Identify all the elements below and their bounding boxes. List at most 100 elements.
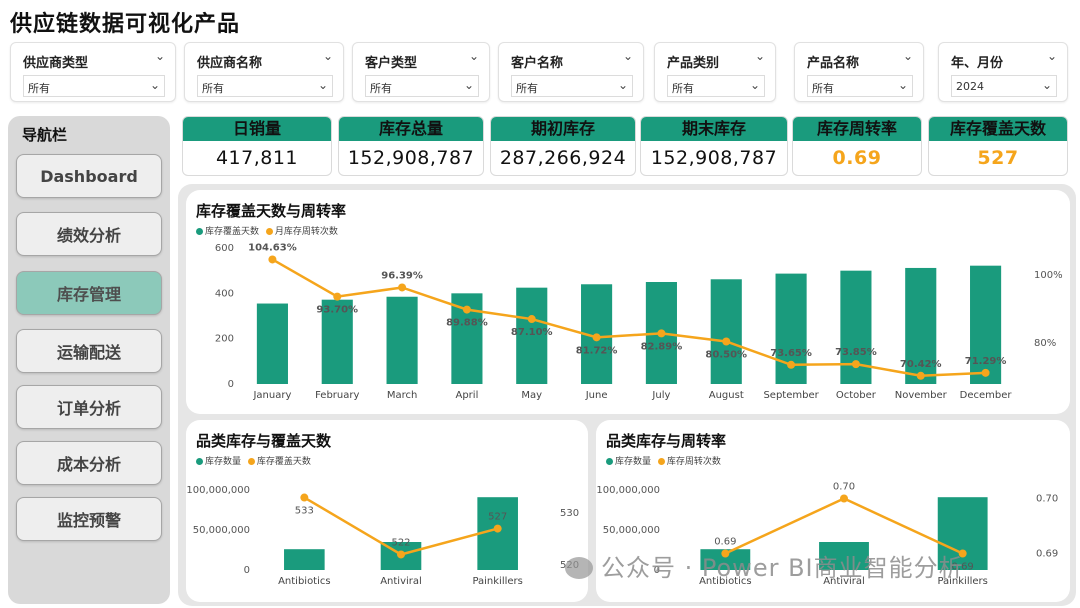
- data-label: 522: [391, 537, 410, 548]
- filter-select[interactable]: 2024 ⌄: [951, 75, 1057, 97]
- chevron-down-icon[interactable]: ⌄: [323, 49, 333, 63]
- data-label: 80.50%: [705, 350, 747, 361]
- chevron-down-icon[interactable]: ⌄: [755, 49, 765, 63]
- filter-select[interactable]: 所有 ⌄: [23, 75, 165, 97]
- kpi-value: 287,266,924: [499, 147, 627, 169]
- chart-panel-category-coverage: 品类库存与覆盖天数 库存数量 库存覆盖天数 0 50,000,000 100,000…: [186, 420, 588, 602]
- line-point: [592, 333, 601, 342]
- y-tick-label: 100,000,000: [186, 485, 250, 496]
- kpi-value: 0.69: [832, 147, 882, 169]
- kpi-card-coverage-days: 库存覆盖天数 527: [928, 116, 1068, 176]
- y2-tick-label: 80%: [1034, 338, 1056, 349]
- chevron-down-icon[interactable]: ⌄: [150, 78, 160, 92]
- filter-customer-type[interactable]: 客户类型 ⌄ 所有 ⌄: [352, 42, 490, 102]
- filter-select[interactable]: 所有 ⌄: [511, 75, 633, 97]
- data-label: 533: [295, 506, 314, 517]
- data-label: 527: [488, 512, 507, 523]
- series-line: [271, 258, 986, 378]
- filter-product-category[interactable]: 产品类别 ⌄ 所有 ⌄: [654, 42, 776, 102]
- filter-select[interactable]: 所有 ⌄: [807, 75, 913, 97]
- x-tick-label: October: [836, 390, 877, 401]
- nav-item-orders[interactable]: 订单分析: [16, 385, 162, 429]
- filter-value: 所有: [516, 82, 538, 95]
- filter-value: 所有: [672, 82, 694, 95]
- line-point: [268, 255, 277, 264]
- nav-item-performance[interactable]: 绩效分析: [16, 212, 162, 256]
- kpi-card-daily-sales: 日销量 417,811: [182, 116, 332, 176]
- x-tick-label: February: [315, 390, 359, 401]
- x-tick-label: Antibiotics: [278, 576, 331, 587]
- watermark: 公众号 · Power BI商业智能分析: [565, 548, 964, 583]
- combo-chart: 0 200 400 600 80% 100% January February March Apr…: [215, 242, 1063, 401]
- x-tick-label: April: [455, 390, 478, 401]
- filter-supplier-type[interactable]: 供应商类型 ⌄ 所有 ⌄: [10, 42, 176, 102]
- y-tick-label: 100,000,000: [596, 485, 660, 496]
- line-point: [333, 292, 342, 301]
- x-tick-label: November: [895, 390, 948, 401]
- kpi-label: 库存周转率: [793, 117, 921, 141]
- kpi-value: 527: [977, 147, 1019, 169]
- nav-item-inventory[interactable]: 库存管理: [16, 271, 162, 315]
- data-label: 70.42%: [900, 359, 942, 370]
- data-label: 0.69: [714, 537, 736, 548]
- nav-item-transport[interactable]: 运输配送: [16, 329, 162, 373]
- chevron-down-icon[interactable]: ⌄: [618, 78, 628, 92]
- chevron-down-icon[interactable]: ⌄: [623, 49, 633, 63]
- filter-select[interactable]: 所有 ⌄: [667, 75, 765, 97]
- y2-tick-label: 100%: [1034, 270, 1063, 281]
- line-point: [722, 337, 731, 346]
- bar: [256, 303, 288, 384]
- chevron-down-icon[interactable]: ⌄: [750, 78, 760, 92]
- filter-customer-name[interactable]: 客户名称 ⌄ 所有 ⌄: [498, 42, 644, 102]
- filter-label: 客户名称: [511, 56, 564, 71]
- line-point: [462, 305, 471, 314]
- chart-panel-coverage-turnover: 库存覆盖天数与周转率 库存覆盖天数 月库存周转次数 0 200 400 600 80% 1…: [186, 190, 1070, 414]
- y-tick-label: 400: [215, 288, 234, 299]
- filter-year-month[interactable]: 年、月份 ⌄ 2024 ⌄: [938, 42, 1068, 102]
- filter-value: 所有: [28, 82, 50, 95]
- filter-value: 所有: [202, 82, 224, 95]
- nav-item-alerts[interactable]: 监控预警: [16, 497, 162, 541]
- data-label: 81.72%: [576, 345, 618, 356]
- filter-label: 供应商名称: [197, 56, 263, 71]
- kpi-label: 期初库存: [491, 117, 635, 141]
- x-tick-label: Painkillers: [472, 576, 522, 587]
- x-tick-label: August: [709, 390, 744, 401]
- chevron-down-icon[interactable]: ⌄: [1042, 78, 1052, 92]
- filter-product-name[interactable]: 产品名称 ⌄ 所有 ⌄: [794, 42, 924, 102]
- line-point: [397, 550, 405, 559]
- chevron-down-icon[interactable]: ⌄: [464, 78, 474, 92]
- line-point: [916, 371, 925, 380]
- filter-supplier-name[interactable]: 供应商名称 ⌄ 所有 ⌄: [184, 42, 344, 102]
- watermark-text: 公众号 · Power BI商业智能分析: [601, 554, 964, 582]
- line-point: [851, 360, 860, 369]
- line-point: [657, 329, 666, 338]
- data-label: 71.29%: [965, 356, 1007, 367]
- y-tick-label: 200: [215, 334, 234, 345]
- nav-title: 导航栏: [22, 126, 68, 144]
- chevron-down-icon[interactable]: ⌄: [318, 78, 328, 92]
- nav-item-cost[interactable]: 成本分析: [16, 441, 162, 485]
- y2-tick-label: 0.70: [1036, 494, 1058, 505]
- filter-select[interactable]: 所有 ⌄: [365, 75, 479, 97]
- kpi-value: 152,908,787: [347, 147, 475, 169]
- wechat-icon: [565, 557, 593, 579]
- line-point: [493, 524, 502, 533]
- chevron-down-icon[interactable]: ⌄: [1047, 49, 1057, 63]
- filter-select[interactable]: 所有 ⌄: [197, 75, 333, 97]
- kpi-label: 库存覆盖天数: [929, 117, 1067, 141]
- line-point: [787, 360, 796, 369]
- line-point: [398, 283, 407, 292]
- filter-value: 所有: [812, 82, 834, 95]
- chevron-down-icon[interactable]: ⌄: [155, 49, 165, 63]
- chevron-down-icon[interactable]: ⌄: [898, 78, 908, 92]
- y2-tick-label: 530: [560, 508, 579, 519]
- nav-item-dashboard[interactable]: Dashboard: [16, 154, 162, 198]
- chevron-down-icon[interactable]: ⌄: [903, 49, 913, 63]
- filter-label: 产品名称: [807, 56, 860, 71]
- combo-chart: 050,000,000100,000,000520530AntibioticsA…: [186, 485, 579, 587]
- kpi-card-turnover-rate: 库存周转率 0.69: [792, 116, 922, 176]
- kpi-value: 417,811: [215, 147, 299, 169]
- chevron-down-icon[interactable]: ⌄: [469, 49, 479, 63]
- sidebar-nav: 导航栏 Dashboard 绩效分析 库存管理 运输配送 订单分析 成本分析 监…: [8, 116, 170, 604]
